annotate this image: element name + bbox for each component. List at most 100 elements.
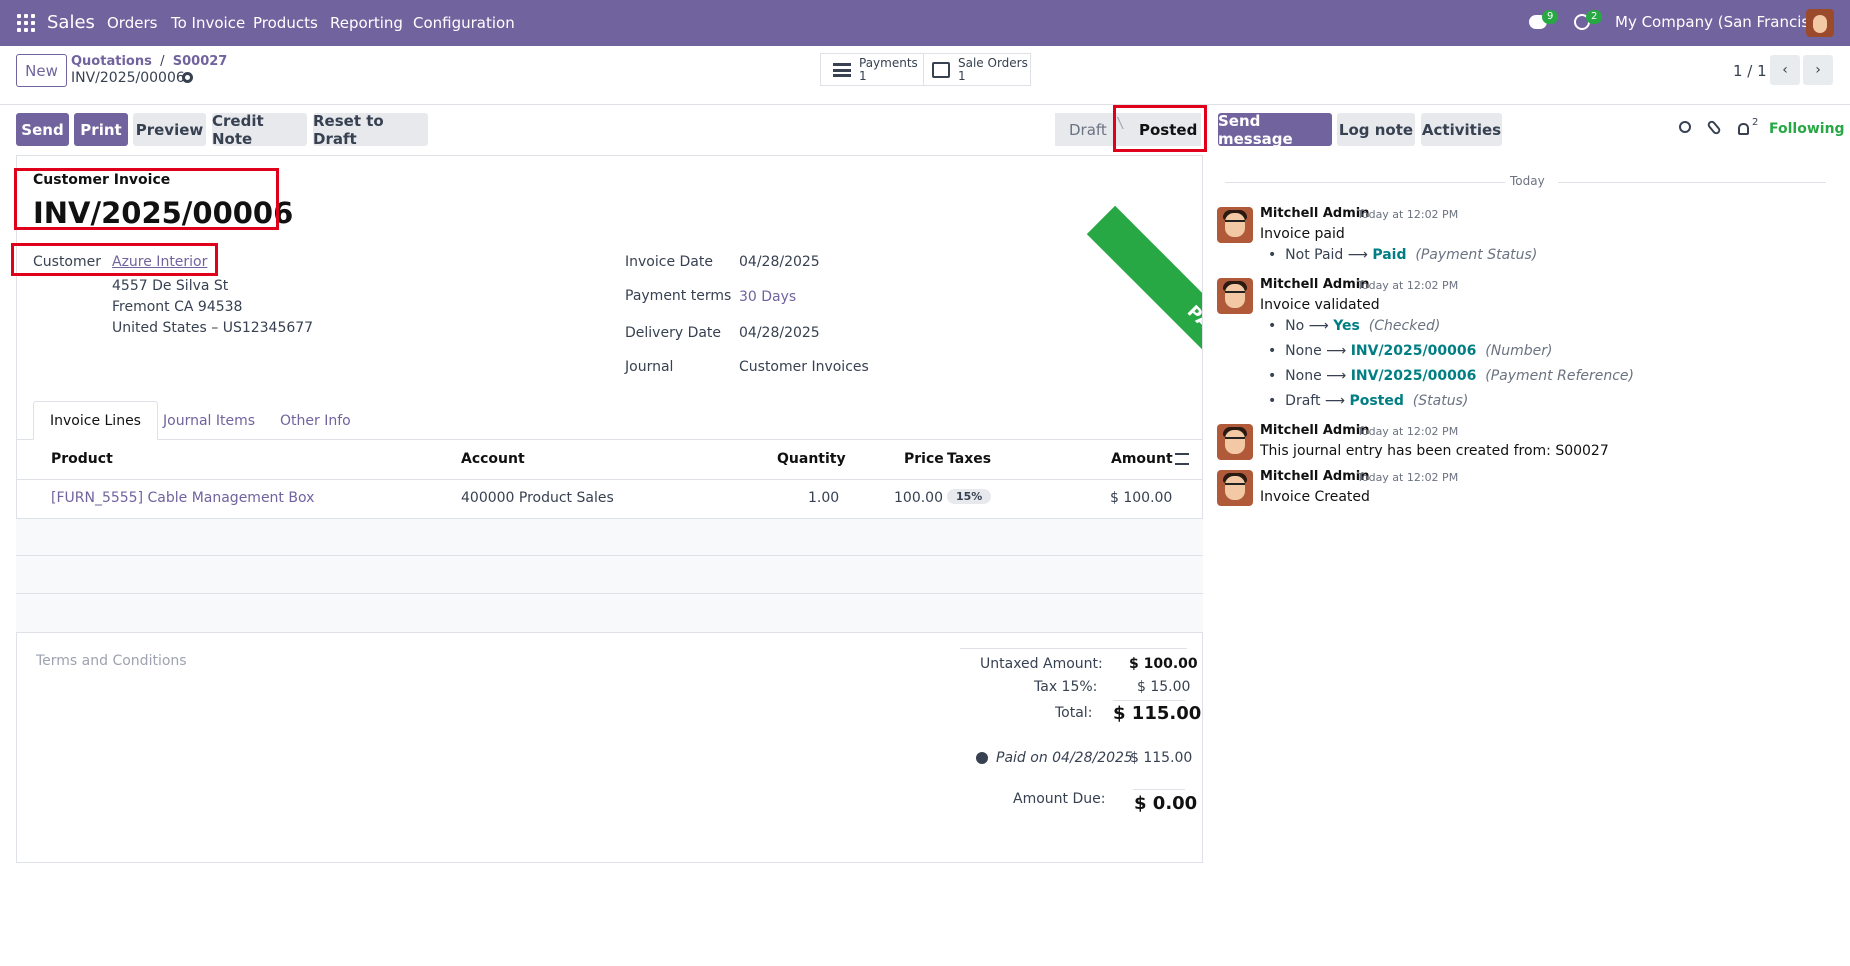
search-icon[interactable] [1679,121,1691,133]
invoice-date-label: Invoice Date [625,254,713,270]
header-divider [16,479,1203,480]
pager-next-button[interactable]: › [1803,55,1833,85]
column-quantity[interactable]: Quantity [777,451,846,467]
menu-orders[interactable]: Orders [107,14,157,32]
avatar[interactable] [1217,278,1253,314]
tax-badge[interactable]: 15% [947,489,992,504]
top-navbar: Sales Orders To Invoice Products Reporti… [0,0,1850,46]
app-menu-icon[interactable] [17,14,35,32]
gear-icon[interactable] [182,72,193,83]
breadcrumb-separator: / [155,54,173,69]
tax-label: Tax 15%: [1034,679,1098,695]
pager-value[interactable]: 1 / 1 [1733,62,1767,80]
tracking-value: • None ⟶ INV/2025/00006 (Number) [1268,343,1553,359]
user-avatar[interactable] [1806,9,1834,37]
invoice-date-value[interactable]: 04/28/2025 [739,254,820,270]
activities-badge: 2 [1586,10,1603,24]
message-text: Invoice paid [1260,226,1345,242]
message-author[interactable]: Mitchell Admin [1260,469,1369,484]
sale-orders-smart-button[interactable]: Sale Orders 1 [924,53,1031,86]
line-product[interactable]: [FURN_5555] Cable Management Box [51,490,314,506]
paid-on-label: Paid on 04/28/2025 [996,750,1133,766]
send-button[interactable]: Send [16,113,69,146]
totals-divider [960,648,1187,649]
credit-note-button[interactable]: Credit Note [212,112,307,148]
breadcrumb-order[interactable]: S00027 [173,54,228,69]
row-divider [16,555,1203,556]
customer-address-line2: Fremont CA 94538 [112,299,243,315]
row-divider [16,632,1203,633]
message-author[interactable]: Mitchell Admin [1260,277,1369,292]
line-price[interactable]: 100.00 [894,490,943,506]
tab-journal-items[interactable]: Journal Items [147,401,271,440]
column-price[interactable]: Price [904,451,944,467]
record-name: INV/2025/00006 [71,70,185,86]
menu-products[interactable]: Products [253,14,318,32]
reset-to-draft-button[interactable]: Reset to Draft [313,112,428,148]
avatar[interactable] [1217,470,1253,506]
company-switcher[interactable]: My Company (San Francisco) [1615,13,1832,31]
row-divider [16,593,1203,594]
delivery-date-label: Delivery Date [625,325,722,341]
arrow-right-icon: ⟶ [1347,247,1368,263]
paperclip-icon[interactable] [1706,119,1722,136]
tab-other-info[interactable]: Other Info [264,401,367,440]
notebook-tabs: Invoice Lines Journal Items Other Info [16,401,1203,440]
log-note-button[interactable]: Log note [1337,113,1415,146]
send-message-button[interactable]: Send message [1218,112,1332,148]
info-icon[interactable] [976,752,988,764]
activities-button[interactable]: Activities [1421,113,1502,146]
total-label: Total: [1055,705,1093,721]
app-brand[interactable]: Sales [47,12,95,33]
tracking-field: (Payment Status) [1415,247,1538,263]
breadcrumb-quotations[interactable]: Quotations [71,54,152,69]
preview-button[interactable]: Preview [133,113,206,146]
due-divider [1133,789,1185,790]
tracking-new: INV/2025/00006 [1350,368,1477,384]
tracking-old: No [1285,318,1305,334]
print-button[interactable]: Print [74,113,128,146]
message-author[interactable]: Mitchell Admin [1260,423,1369,438]
new-button[interactable]: New [16,54,67,87]
chevron-left-icon: ‹ [1782,62,1788,78]
tab-invoice-lines[interactable]: Invoice Lines [33,401,158,440]
message-author[interactable]: Mitchell Admin [1260,206,1369,221]
payments-smart-button[interactable]: Payments 1 [820,53,924,86]
column-settings-icon[interactable] [1175,453,1189,465]
status-draft[interactable]: Draft [1055,113,1115,146]
untaxed-value: $ 100.00 [1129,656,1198,672]
journal-value[interactable]: Customer Invoices [739,359,869,375]
arrow-right-icon: ⟶ [1324,393,1345,409]
payment-terms-value[interactable]: 30 Days [739,289,796,305]
menu-to-invoice[interactable]: To Invoice [171,14,245,32]
column-account[interactable]: Account [461,451,525,467]
line-quantity[interactable]: 1.00 [808,490,839,506]
following-button[interactable]: Following [1769,121,1845,137]
avatar[interactable] [1217,207,1253,243]
column-amount[interactable]: Amount [1111,451,1173,467]
line-amount: $ 100.00 [1110,490,1173,506]
tracking-field: (Checked) [1368,318,1441,334]
menu-reporting[interactable]: Reporting [330,14,403,32]
payment-terms-label: Payment terms [625,288,732,304]
message-text: Invoice validated [1260,297,1380,313]
terms-and-conditions-field[interactable]: Terms and Conditions [36,653,187,669]
message-text: This journal entry has been created from… [1260,443,1609,459]
line-account[interactable]: 400000 Product Sales [461,490,614,506]
message-time: Today at 12:02 PM [1357,208,1459,221]
followers-icon[interactable] [1738,123,1749,135]
messages-badge: 9 [1542,10,1559,24]
sale-orders-count: 1 [958,68,966,83]
delivery-date-value[interactable]: 04/28/2025 [739,325,820,341]
amount-due-label: Amount Due: [1013,791,1106,807]
tax-value: $ 15.00 [1137,679,1191,695]
column-product[interactable]: Product [51,451,113,467]
menu-configuration[interactable]: Configuration [413,14,515,32]
tracking-new: Posted [1349,393,1404,409]
pager-previous-button[interactable]: ‹ [1770,55,1800,85]
tracking-field: (Number) [1485,343,1553,359]
column-taxes[interactable]: Taxes [947,451,991,467]
list-icon [833,62,851,77]
avatar[interactable] [1217,424,1253,460]
tracking-value: • Not Paid ⟶ Paid (Payment Status) [1268,247,1538,263]
